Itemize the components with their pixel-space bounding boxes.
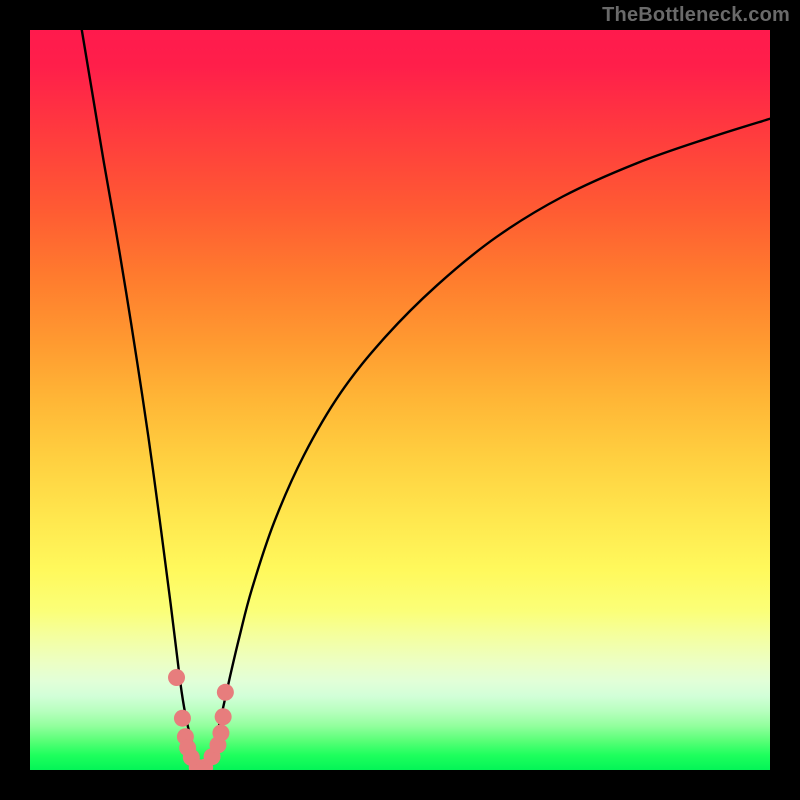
chart-frame: TheBottleneck.com <box>0 0 800 800</box>
watermark-text: TheBottleneck.com <box>602 4 790 27</box>
gradient-background <box>30 30 770 770</box>
plot-area <box>30 30 770 770</box>
